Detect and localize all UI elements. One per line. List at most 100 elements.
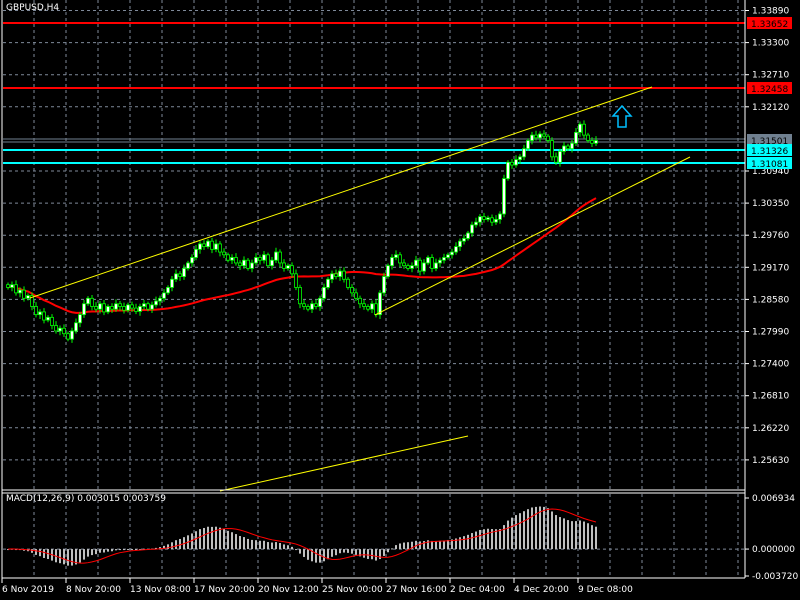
candle-body: [246, 259, 250, 269]
price-tick-label: 1.25630: [752, 456, 789, 466]
candle-body: [54, 325, 58, 332]
candle-body: [158, 297, 162, 302]
candle-body: [198, 243, 202, 250]
candle-body: [434, 262, 438, 269]
macd-histogram-bar: [415, 540, 417, 550]
price-tick-label: 1.33890: [752, 7, 789, 17]
macd-histogram-bar: [235, 534, 237, 550]
candle-body: [10, 284, 14, 288]
candle-body: [522, 148, 526, 158]
candle-body: [474, 221, 478, 226]
macd-histogram-bar: [579, 520, 581, 550]
macd-histogram-bar: [203, 527, 205, 550]
macd-histogram-bar: [435, 540, 437, 550]
candle-body: [186, 262, 190, 269]
macd-histogram-bar: [483, 529, 485, 550]
macd-histogram-bar: [511, 517, 513, 550]
candle-body: [218, 243, 222, 253]
candle-body: [370, 303, 374, 310]
macd-histogram-bar: [315, 549, 317, 563]
candle-body: [262, 254, 266, 261]
macd-histogram-bar: [543, 506, 545, 550]
macd-histogram-bar: [335, 549, 337, 556]
macd-histogram-bar: [35, 549, 37, 555]
candle-body: [302, 303, 306, 307]
candle-body: [414, 259, 418, 267]
candle-body: [574, 131, 578, 144]
macd-histogram-bar: [111, 549, 113, 552]
macd-histogram-bar: [71, 549, 73, 566]
candle-body: [470, 224, 474, 234]
macd-histogram-bar: [171, 542, 173, 550]
price-axis[interactable]: 1.338901.333001.327101.321201.309401.303…: [745, 7, 792, 466]
candle-body: [330, 273, 334, 280]
candle-body: [178, 273, 182, 277]
candle-body: [566, 145, 570, 150]
chart-background: [0, 0, 800, 600]
macd-histogram-bar: [527, 509, 529, 550]
macd-histogram-bar: [103, 549, 105, 553]
candle-body: [6, 284, 10, 288]
candle-body: [50, 316, 54, 326]
price-tick-label: 1.27400: [752, 360, 789, 370]
macd-histogram-bar: [387, 549, 389, 553]
macd-histogram-bar: [403, 542, 405, 550]
macd-histogram-bar: [351, 549, 353, 554]
candle: [526, 138, 530, 151]
time-tick-label: 20 Nov 12:00: [258, 585, 319, 595]
candle-body: [294, 273, 298, 288]
macd-histogram-bar: [395, 545, 397, 550]
candle-body: [310, 303, 314, 310]
time-tick-label: 27 Nov 16:00: [386, 585, 447, 595]
candle-body: [122, 306, 126, 311]
candle-body: [398, 254, 402, 264]
candle-body: [430, 257, 434, 269]
candle-body: [254, 257, 258, 264]
macd-histogram-bar: [383, 549, 385, 556]
candle-body: [346, 278, 350, 288]
macd-histogram-bar: [175, 540, 177, 550]
macd-histogram-bar: [519, 513, 521, 550]
macd-histogram-bar: [495, 529, 497, 550]
candle-body: [290, 265, 294, 275]
macd-histogram-bar: [115, 549, 117, 551]
macd-histogram-bar: [407, 542, 409, 550]
macd-histogram-bar: [559, 517, 561, 550]
candle-body: [358, 297, 362, 305]
candle-body: [418, 259, 422, 272]
candle-body: [454, 246, 458, 253]
candle-body: [354, 292, 358, 299]
macd-histogram-bar: [507, 520, 509, 550]
macd-histogram-bar: [555, 515, 557, 550]
macd-histogram-bar: [363, 549, 365, 558]
candle-body: [62, 327, 66, 335]
candle: [502, 174, 506, 218]
candle-body: [274, 251, 278, 261]
macd-histogram-bar: [43, 549, 45, 558]
candle-body: [286, 265, 290, 269]
time-tick-label: 2 Dec 04:00: [450, 585, 505, 595]
macd-histogram-bar: [355, 549, 357, 555]
macd-histogram-bar: [523, 511, 525, 550]
candle-body: [502, 178, 506, 215]
macd-histogram-bar: [467, 534, 469, 550]
macd-histogram-bar: [531, 507, 533, 550]
candle-body: [222, 251, 226, 256]
candle-body: [498, 213, 502, 220]
candle-body: [82, 303, 86, 316]
candle-body: [426, 257, 430, 264]
candle-body: [530, 134, 534, 141]
macd-histogram-bar: [575, 521, 577, 550]
time-tick-label: 25 Nov 00:00: [322, 585, 383, 595]
candle-body: [118, 303, 122, 307]
macd-histogram-bar: [471, 533, 473, 550]
macd-tick-label: 0.006934: [752, 494, 795, 504]
macd-histogram-bar: [207, 526, 209, 550]
candle-body: [494, 219, 498, 223]
price-chart[interactable]: 1.338901.333001.327101.321201.309401.303…: [0, 0, 800, 600]
candle-body: [482, 216, 486, 220]
candle-body: [58, 327, 62, 332]
candle-body: [518, 156, 522, 160]
macd-histogram-bar: [223, 529, 225, 550]
candle-body: [94, 306, 98, 310]
